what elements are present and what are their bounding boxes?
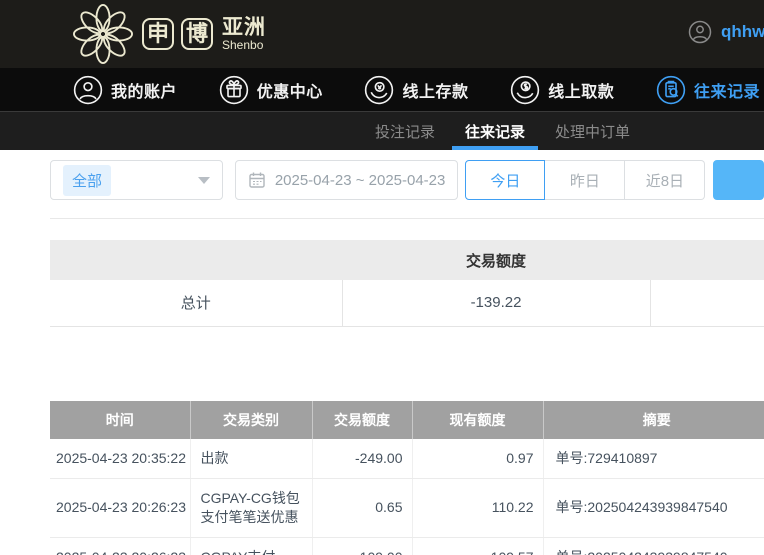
nav-item-my-account[interactable]: 我的账户 bbox=[73, 75, 177, 105]
search-button[interactable] bbox=[713, 160, 764, 200]
tab-label: 往来记录 bbox=[465, 121, 525, 142]
records-header-row: 时间 交易类别 交易额度 现有额度 摘要 bbox=[50, 401, 764, 439]
table-row: 2025-04-23 20:26:23 CGPAY支付 109.00 109.5… bbox=[50, 537, 764, 555]
nav-item-transaction-records[interactable]: 往来记录 bbox=[656, 75, 760, 105]
brand-char-shen: 申 bbox=[142, 18, 174, 50]
sub-tab-bar: 投注记录 往来记录 处理中订单 bbox=[0, 112, 764, 150]
section-divider bbox=[50, 218, 764, 219]
cell-balance: 109.57 bbox=[412, 537, 543, 555]
selected-type-tag: 全部 bbox=[63, 165, 111, 196]
summary-header-amount: 交易额度 bbox=[342, 240, 650, 280]
active-tab-underline bbox=[452, 146, 538, 150]
nav-label: 往来记录 bbox=[694, 78, 760, 102]
column-header-type: 交易类别 bbox=[190, 401, 312, 439]
cell-summary: 单号:202504243939847540 bbox=[543, 537, 764, 555]
user-avatar-icon bbox=[688, 20, 712, 44]
cell-balance: 110.22 bbox=[412, 478, 543, 537]
flower-logo-icon bbox=[72, 4, 134, 64]
table-row: 2025-04-23 20:35:22 出款 -249.00 0.97 单号:7… bbox=[50, 439, 764, 479]
transaction-type-select[interactable]: 全部 bbox=[50, 160, 223, 200]
summary-header-row: 交易额度 bbox=[50, 240, 764, 280]
brand-subtitle: Shenbo bbox=[222, 39, 266, 52]
chevron-down-icon bbox=[198, 177, 210, 184]
nav-item-withdraw[interactable]: 线上取款 bbox=[510, 75, 614, 105]
cell-summary: 单号:729410897 bbox=[543, 439, 764, 479]
filter-row: 全部 2025-04-23 ~ 2025-04-23 今日 昨日 近8日 bbox=[50, 160, 764, 200]
username: qhhw bbox=[721, 22, 764, 42]
brand-char-bo: 博 bbox=[181, 18, 213, 50]
gift-icon bbox=[219, 75, 249, 105]
column-header-amount: 交易额度 bbox=[312, 401, 412, 439]
cell-balance: 0.97 bbox=[412, 439, 543, 479]
nav-item-deposit[interactable]: 线上存款 bbox=[364, 75, 468, 105]
summary-header-spacer bbox=[650, 240, 764, 280]
nav-label: 优惠中心 bbox=[257, 78, 323, 102]
main-content: 全部 2025-04-23 ~ 2025-04-23 今日 昨日 近8日 交易额… bbox=[0, 160, 764, 555]
cell-type: CGPAY-CG钱包支付笔笔送优惠 bbox=[190, 478, 312, 537]
cell-time: 2025-04-23 20:26:23 bbox=[50, 537, 190, 555]
cell-amount: 0.65 bbox=[312, 478, 412, 537]
tab-transaction-records[interactable]: 往来记录 bbox=[450, 112, 540, 150]
cell-amount: -249.00 bbox=[312, 439, 412, 479]
summary-total-value: -139.22 bbox=[342, 280, 650, 326]
cell-type: 出款 bbox=[190, 439, 312, 479]
column-header-balance: 现有额度 bbox=[412, 401, 543, 439]
nav-label: 我的账户 bbox=[111, 78, 177, 102]
top-brand-bar: 申 博 亚洲 Shenbo qhhw bbox=[0, 0, 764, 68]
nav-item-promotions[interactable]: 优惠中心 bbox=[219, 75, 323, 105]
table-row: 2025-04-23 20:26:23 CGPAY-CG钱包支付笔笔送优惠 0.… bbox=[50, 478, 764, 537]
user-menu[interactable]: qhhw bbox=[688, 20, 764, 44]
cell-time: 2025-04-23 20:35:22 bbox=[50, 439, 190, 479]
date-range-value: 2025-04-23 ~ 2025-04-23 bbox=[275, 172, 446, 189]
tab-label: 处理中订单 bbox=[555, 121, 630, 142]
summary-total-label: 总计 bbox=[50, 280, 342, 326]
today-button[interactable]: 今日 bbox=[465, 160, 545, 200]
account-icon bbox=[73, 75, 103, 105]
nav-label: 线上取款 bbox=[548, 78, 614, 102]
main-nav: 我的账户 优惠中心 线上存款 线上取款 bbox=[0, 68, 764, 112]
cell-time: 2025-04-23 20:26:23 bbox=[50, 478, 190, 537]
records-icon bbox=[656, 75, 686, 105]
records-table: 时间 交易类别 交易额度 现有额度 摘要 2025-04-23 20:35:22… bbox=[50, 401, 764, 555]
column-header-summary: 摘要 bbox=[543, 401, 764, 439]
nav-label: 线上存款 bbox=[402, 78, 468, 102]
summary-empty-cell bbox=[650, 280, 764, 326]
summary-header-spacer bbox=[50, 240, 342, 280]
summary-table: 交易额度 总计 -139.22 bbox=[50, 240, 764, 327]
brand-logo: 申 博 亚洲 Shenbo bbox=[72, 4, 266, 64]
date-range-input[interactable]: 2025-04-23 ~ 2025-04-23 bbox=[235, 160, 459, 200]
tab-processing-orders[interactable]: 处理中订单 bbox=[540, 112, 645, 150]
cell-type: CGPAY支付 bbox=[190, 537, 312, 555]
calendar-icon bbox=[248, 171, 266, 189]
summary-total-row: 总计 -139.22 bbox=[50, 280, 764, 326]
last-8-days-button[interactable]: 近8日 bbox=[625, 160, 705, 200]
cell-amount: 109.00 bbox=[312, 537, 412, 555]
cell-summary: 单号:202504243939847540 bbox=[543, 478, 764, 537]
withdraw-icon bbox=[510, 75, 540, 105]
yesterday-button[interactable]: 昨日 bbox=[545, 160, 625, 200]
quick-date-button-group: 今日 昨日 近8日 bbox=[465, 160, 705, 200]
column-header-time: 时间 bbox=[50, 401, 190, 439]
deposit-icon bbox=[364, 75, 394, 105]
tab-betting-records[interactable]: 投注记录 bbox=[360, 112, 450, 150]
tab-label: 投注记录 bbox=[375, 121, 435, 142]
brand-region: 亚洲 bbox=[222, 17, 266, 39]
